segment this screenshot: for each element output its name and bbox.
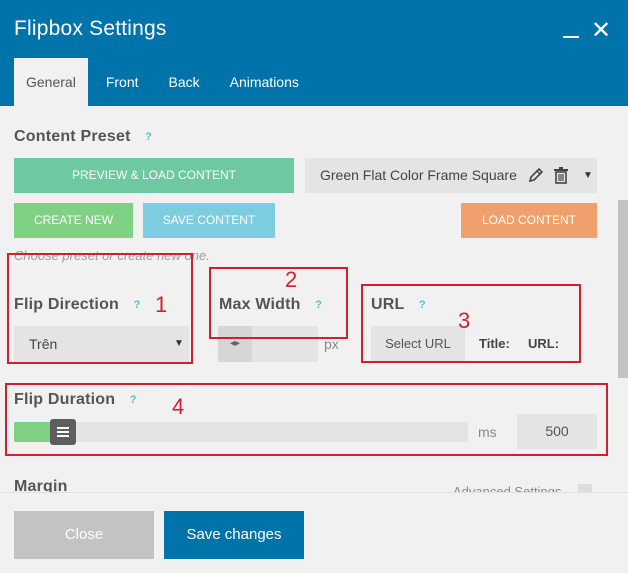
advanced-settings-label: Advanced Settings bbox=[453, 484, 562, 492]
tab-front[interactable]: Front bbox=[94, 58, 151, 106]
annotation-box-2 bbox=[209, 267, 348, 339]
tab-bar: General Front Back Animations bbox=[14, 58, 317, 106]
load-content-button[interactable]: LOAD CONTENT bbox=[461, 203, 597, 238]
save-content-button[interactable]: SAVE CONTENT bbox=[143, 203, 275, 238]
minimize-icon[interactable] bbox=[562, 20, 580, 40]
modal-title: Flipbox Settings bbox=[14, 17, 167, 40]
chevron-down-icon[interactable]: ▼ bbox=[583, 158, 593, 193]
save-changes-button[interactable]: Save changes bbox=[164, 511, 304, 559]
annotation-number-3: 3 bbox=[458, 308, 471, 333]
preview-load-content-button[interactable]: PREVIEW & LOAD CONTENT bbox=[14, 158, 294, 193]
scrollbar-thumb[interactable] bbox=[618, 200, 628, 378]
margin-label: Margin bbox=[14, 478, 68, 492]
preset-selected-value: Green Flat Color Frame Square bbox=[320, 167, 517, 183]
annotation-number-1: 1 bbox=[155, 292, 168, 317]
annotation-box-3 bbox=[361, 284, 581, 363]
preset-select[interactable]: Green Flat Color Frame Square ▼ bbox=[305, 158, 597, 193]
annotation-number-4: 4 bbox=[172, 394, 185, 419]
create-new-button[interactable]: CREATE NEW bbox=[14, 203, 133, 238]
tab-general[interactable]: General bbox=[14, 58, 88, 106]
tab-animations[interactable]: Animations bbox=[218, 58, 311, 106]
content-preset-heading: Content Preset? bbox=[14, 128, 157, 146]
pencil-icon[interactable] bbox=[527, 166, 545, 184]
content-preset-label: Content Preset bbox=[14, 128, 131, 145]
close-button[interactable]: Close bbox=[14, 511, 154, 559]
close-icon[interactable]: ✕ bbox=[591, 18, 611, 42]
advanced-settings-checkbox[interactable] bbox=[578, 484, 592, 492]
help-icon[interactable]: ? bbox=[141, 129, 157, 145]
annotation-number-2: 2 bbox=[285, 267, 298, 292]
trash-icon[interactable] bbox=[553, 166, 569, 184]
modal-header: Flipbox Settings ✕ General Front Back An… bbox=[0, 0, 628, 106]
annotation-box-4 bbox=[5, 383, 608, 456]
settings-panel[interactable]: Content Preset? PREVIEW & LOAD CONTENT G… bbox=[0, 106, 616, 492]
modal-footer: Close Save changes bbox=[0, 492, 628, 573]
tab-back[interactable]: Back bbox=[157, 58, 212, 106]
